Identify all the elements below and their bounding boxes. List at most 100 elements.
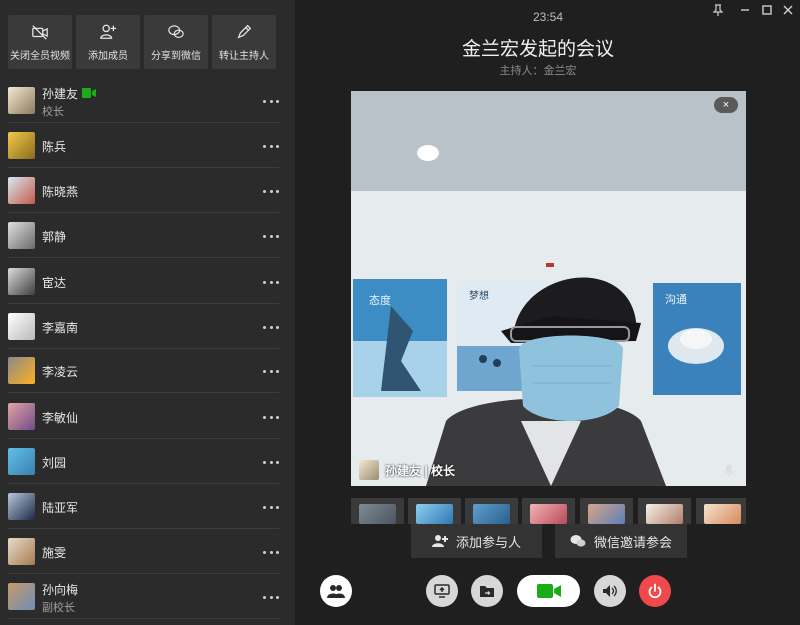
member-row[interactable]: 施雯 (0, 529, 295, 574)
more-dot (263, 460, 266, 464)
member-row[interactable]: 陆亚军 (0, 484, 295, 529)
member-row[interactable]: 宦达 (0, 259, 295, 304)
more-dot (263, 550, 266, 554)
video-frame: 态度 梦想 沟通 (351, 91, 746, 486)
member-row[interactable]: 陈晓燕 (0, 168, 295, 213)
member-row[interactable]: 郭静 (0, 213, 295, 258)
folder-share-icon (480, 586, 494, 597)
more-options-button[interactable] (263, 457, 279, 467)
members-toggle-button[interactable] (320, 575, 352, 607)
camera-on-icon (82, 88, 96, 98)
more-dot (276, 280, 279, 284)
avatar (8, 357, 35, 384)
pin-button[interactable] (708, 2, 728, 18)
close-window-button[interactable] (778, 2, 798, 18)
more-options-button[interactable] (263, 186, 279, 196)
meeting-toolbar: 关闭全员视频 添加成员 分享到微信 转让主持人 (8, 15, 280, 69)
close-video-icon: × (722, 99, 730, 111)
wall-poster-communication: 沟通 (653, 283, 741, 395)
close-icon (783, 5, 793, 15)
member-row[interactable]: 陈兵 (0, 123, 295, 168)
wall-poster-attitude: 态度 (353, 279, 447, 397)
more-options-button[interactable] (263, 502, 279, 512)
divider (8, 257, 279, 258)
mute-all-video-button[interactable]: 关闭全员视频 (8, 15, 72, 69)
member-name: 李凌云 (42, 365, 79, 379)
more-options-button[interactable] (263, 277, 279, 287)
more-dot (263, 415, 266, 419)
camera-toggle-button[interactable] (517, 575, 580, 607)
participant-thumbnails (351, 498, 746, 524)
more-options-button[interactable] (263, 592, 279, 602)
avatar (8, 448, 35, 475)
more-dot (276, 99, 279, 103)
add-member-button[interactable]: 添加成员 (76, 15, 140, 69)
wechat-icon (570, 535, 586, 547)
member-row[interactable]: 李敏仙 (0, 394, 295, 439)
more-options-button[interactable] (263, 231, 279, 241)
more-dot (269, 369, 273, 373)
add-person-icon (100, 24, 117, 39)
member-row[interactable]: 刘园 (0, 439, 295, 484)
share-file-button[interactable] (471, 575, 503, 607)
avatar (8, 132, 35, 159)
add-participant-label: 添加参与人 (455, 534, 521, 550)
more-dot (269, 550, 273, 554)
more-dot (269, 325, 273, 329)
participant-thumbnail[interactable] (408, 498, 461, 524)
more-dot (263, 189, 266, 193)
avatar (8, 177, 35, 204)
participant-thumbnail[interactable] (465, 498, 518, 524)
wechat-invite-button[interactable]: 微信邀请参会 (555, 524, 687, 558)
more-dot (276, 550, 279, 554)
main-video[interactable]: 态度 梦想 沟通 × 孙建友 | 校长 (351, 91, 746, 486)
more-dot (269, 144, 273, 148)
more-options-button[interactable] (263, 322, 279, 332)
member-name: 孙向梅 (42, 583, 79, 597)
more-dot (263, 144, 266, 148)
close-video-button[interactable]: × (714, 97, 738, 113)
maximize-button[interactable] (757, 2, 777, 18)
member-row[interactable]: 孙向梅 副校长 (0, 574, 295, 619)
participant-thumbnail[interactable] (580, 498, 633, 524)
more-options-button[interactable] (263, 366, 279, 376)
more-options-button[interactable] (263, 141, 279, 151)
share-to-wechat-button[interactable]: 分享到微信 (144, 15, 208, 69)
more-options-button[interactable] (263, 96, 279, 106)
participant-thumbnail[interactable] (696, 498, 746, 524)
member-panel: 关闭全员视频 添加成员 分享到微信 转让主持人 孙建友 校长 陈兵 陈晓燕郭静宦达 李嘉… (0, 0, 295, 625)
more-options-button[interactable] (263, 412, 279, 422)
participant-thumbnail[interactable] (351, 498, 404, 524)
more-dot (269, 280, 273, 284)
minimize-button[interactable] (735, 2, 755, 18)
more-options-button[interactable] (263, 547, 279, 557)
member-row[interactable]: 孙建友 校长 (0, 78, 295, 123)
avatar (8, 313, 35, 340)
speaker-toggle-button[interactable] (594, 575, 626, 607)
member-row[interactable]: 李凌云 (0, 348, 295, 393)
participant-thumbnail[interactable] (522, 498, 575, 524)
participant-thumbnail[interactable] (638, 498, 691, 524)
speaker-tag: 孙建友 | 校长 (359, 460, 455, 480)
transfer-host-button[interactable]: 转让主持人 (212, 15, 276, 69)
more-dot (263, 325, 266, 329)
minimize-icon (741, 9, 749, 11)
pin-icon (712, 4, 724, 16)
avatar (8, 493, 35, 520)
more-dot (263, 99, 266, 103)
avatar (8, 403, 35, 430)
member-row[interactable]: 李嘉南 (0, 304, 295, 349)
more-dot (263, 595, 266, 599)
share-screen-button[interactable] (426, 575, 458, 607)
hangup-button[interactable] (639, 575, 671, 607)
microphone-icon (724, 464, 734, 477)
add-participant-button[interactable]: 添加参与人 (411, 524, 542, 558)
more-dot (269, 460, 273, 464)
avatar (8, 583, 35, 610)
avatar (8, 222, 35, 249)
thumbnail-image (416, 504, 453, 524)
wechat-invite-label: 微信邀请参会 (593, 534, 672, 550)
member-name: 郭静 (42, 230, 67, 244)
thumbnail-image (646, 504, 683, 524)
more-dot (276, 189, 279, 193)
